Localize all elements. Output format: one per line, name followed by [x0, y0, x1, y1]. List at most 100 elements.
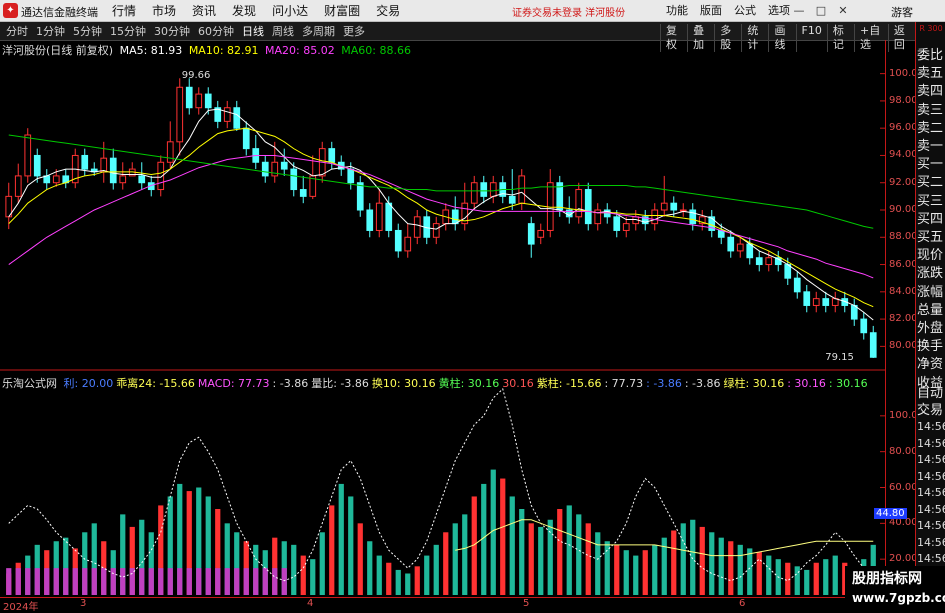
tool-adjust[interactable]: 复权: [660, 24, 687, 52]
candle-body: [822, 298, 830, 306]
sub-bar: [680, 523, 686, 595]
tool-overlay[interactable]: 叠加: [687, 24, 714, 52]
menu-item-function[interactable]: 功能: [660, 3, 694, 19]
tab-5min[interactable]: 5分钟: [69, 25, 106, 38]
menu-item-formula[interactable]: 公式: [728, 3, 762, 19]
sidebar-field-0[interactable]: 委比: [917, 46, 945, 65]
menu-item-layout[interactable]: 版面: [694, 3, 728, 19]
sidebar-field-14[interactable]: 总量: [917, 301, 945, 320]
guest-user[interactable]: 游客: [891, 4, 913, 20]
menu-item-market[interactable]: 市场: [144, 3, 184, 19]
sidebar-field-13[interactable]: 涨幅: [917, 283, 945, 302]
tab-more[interactable]: 更多: [339, 25, 369, 38]
tool-draw[interactable]: 画线: [768, 24, 795, 52]
sidebar-field-6[interactable]: 买一: [917, 155, 945, 174]
maximize-icon[interactable]: □: [812, 2, 830, 20]
menu-item-news[interactable]: 资讯: [184, 3, 224, 19]
candle-body: [622, 223, 630, 231]
tool-add-watchlist[interactable]: +自选: [853, 24, 888, 52]
tool-statistics[interactable]: 统计: [741, 24, 768, 52]
sidebar-field-7[interactable]: 买二: [917, 173, 945, 192]
tab-daily[interactable]: 日线: [238, 25, 268, 38]
stock-chart[interactable]: [0, 55, 885, 600]
y-tick-label: 80.00: [889, 340, 918, 352]
sub-bar: [386, 562, 392, 595]
sub-bar: [699, 526, 705, 595]
tab-intraday[interactable]: 分时: [2, 25, 32, 38]
menu-item-ask[interactable]: 问小达: [264, 3, 316, 19]
menu-item-quotes[interactable]: 行情: [104, 3, 144, 19]
sub-purple-bar: [215, 568, 221, 595]
candle-body: [176, 86, 184, 143]
sub-y-tick-label: 40.00: [889, 517, 918, 529]
sub-bar: [528, 523, 534, 595]
menu-item-trade[interactable]: 交易: [368, 3, 408, 19]
sub-y-tick-label: 100.0: [889, 409, 918, 421]
candle-body: [584, 189, 592, 225]
sidebar-field-16[interactable]: 换手: [917, 337, 945, 356]
candle-body: [404, 236, 412, 252]
login-warning[interactable]: 证券交易未登录 洋河股份: [512, 4, 625, 19]
sidebar-field-8[interactable]: 买三: [917, 192, 945, 211]
candle-body: [290, 168, 298, 191]
sidebar-tag: R 300: [919, 24, 943, 33]
menu-item-wealth[interactable]: 财富圈: [316, 3, 368, 19]
y-tick-label: 92.00: [889, 176, 918, 188]
sub-bar: [595, 532, 601, 595]
sub-bar: [690, 519, 696, 595]
sidebar-field-1[interactable]: 卖五: [917, 64, 945, 83]
svg-text:www.7gpzb.com: www.7gpzb.com: [852, 591, 945, 605]
tab-multi-period[interactable]: 多周期: [298, 25, 339, 38]
candle-body: [223, 107, 231, 122]
tab-30min[interactable]: 30分钟: [150, 25, 194, 38]
sidebar-field-5[interactable]: 卖一: [917, 137, 945, 156]
candle-body: [413, 216, 421, 238]
candle-body: [527, 223, 535, 245]
sub-bar: [747, 548, 753, 595]
main-menu: 行情 市场 资讯 发现 问小达 财富圈 交易: [104, 3, 408, 19]
tab-15min[interactable]: 15分钟: [106, 25, 150, 38]
y-tick-label: 86.00: [889, 258, 918, 270]
tool-mark[interactable]: 标记: [826, 24, 854, 52]
menu-item-discover[interactable]: 发现: [224, 3, 264, 19]
sub-bar: [794, 566, 800, 595]
y-tick-label: 96.00: [889, 122, 918, 134]
sub-bar: [728, 541, 734, 595]
tab-weekly[interactable]: 周线: [268, 25, 298, 38]
candle-body: [489, 182, 497, 197]
sub-bar: [443, 532, 449, 595]
x-tick-label: 5: [523, 598, 530, 609]
sidebar-field-12[interactable]: 涨跌: [917, 264, 945, 283]
sub-purple-bar: [177, 568, 183, 595]
candle-body: [33, 154, 41, 177]
sidebar-field-15[interactable]: 外盘: [917, 319, 945, 338]
candle-body: [470, 182, 478, 204]
sub-purple-bar: [148, 568, 154, 595]
high-price-label: 99.66: [181, 70, 211, 82]
sub-bar: [737, 544, 743, 595]
sub-purple-bar: [167, 568, 173, 595]
sidebar-field-4[interactable]: 卖二: [917, 119, 945, 138]
sidebar-field-17[interactable]: 净资: [917, 355, 945, 374]
sidebar-field-3[interactable]: 卖三: [917, 101, 945, 120]
sidebar-field-9[interactable]: 买四: [917, 210, 945, 229]
sub-bar: [338, 483, 344, 595]
candle-body: [613, 216, 621, 231]
tab-1min[interactable]: 1分钟: [32, 25, 69, 38]
tab-60min[interactable]: 60分钟: [194, 25, 238, 38]
tool-multi-stock[interactable]: 多股: [714, 24, 741, 52]
sub-purple-bar: [91, 568, 97, 595]
candle-body: [385, 202, 393, 231]
tool-f10[interactable]: F10: [795, 24, 827, 52]
sub-bar: [623, 550, 629, 595]
candle-body: [24, 134, 32, 177]
sidebar-field-10[interactable]: 买五: [917, 228, 945, 247]
close-icon[interactable]: ✕: [834, 2, 852, 20]
sidebar-field-11[interactable]: 现价: [917, 246, 945, 265]
sidebar-field-2[interactable]: 卖四: [917, 82, 945, 101]
sub-bar: [424, 555, 430, 595]
minimize-icon[interactable]: —: [790, 2, 808, 20]
candle-body: [328, 148, 336, 163]
candle-body: [575, 189, 583, 218]
sub-bar: [291, 544, 297, 595]
